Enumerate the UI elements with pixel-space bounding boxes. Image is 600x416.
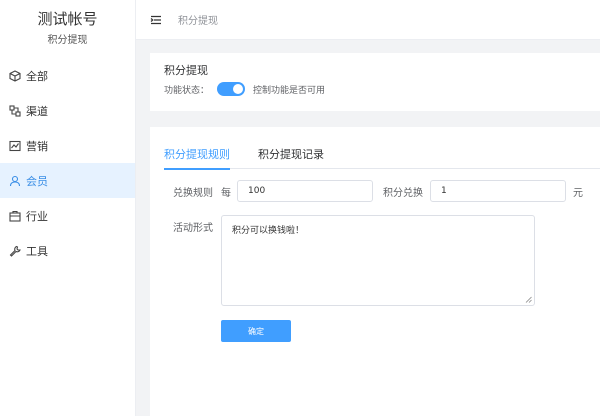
activity-textarea[interactable]: 积分可以换钱啦！ — [221, 215, 535, 306]
status-label: 功能状态： — [164, 85, 210, 96]
sidebar-item-label: 行业 — [26, 209, 48, 223]
sidebar-item-member[interactable]: 会员 — [0, 163, 135, 198]
breadcrumb: 积分提现 — [178, 16, 218, 27]
sidebar-item-channel[interactable]: 渠道 — [0, 93, 135, 128]
tab-bar: 积分提现规则 积分提现记录 — [164, 147, 600, 170]
unit-label: 元 — [573, 188, 583, 199]
sidebar-item-label: 营销 — [26, 139, 48, 153]
account-subtitle: 积分提现 — [47, 35, 88, 46]
briefcase-icon — [8, 209, 21, 222]
rule-label: 兑换规则 — [173, 188, 213, 199]
user-icon — [8, 174, 21, 187]
chart-icon — [8, 139, 21, 152]
sidebar-item-label: 全部 — [26, 69, 48, 83]
activity-text: 积分可以换钱啦！ — [232, 226, 305, 236]
menu-toggle-icon[interactable] — [150, 14, 162, 26]
sidebar-item-all[interactable]: 全部 — [0, 58, 135, 93]
sidebar-item-label: 渠道 — [26, 104, 48, 118]
exchange-label: 积分兑换 — [383, 188, 423, 199]
feature-toggle-switch[interactable] — [217, 82, 246, 96]
resize-grip-icon[interactable] — [525, 296, 532, 303]
account-title: 测试帐号 — [37, 10, 98, 28]
activity-label: 活动形式 — [173, 223, 213, 234]
status-row: 功能状态： 控制功能是否可用 — [164, 82, 586, 96]
rules-card: 积分提现规则 积分提现记录 兑换规则 每 100 积分兑换 1 元 活动形式 积… — [150, 127, 600, 416]
tab-withdraw-rules[interactable]: 积分提现规则 — [164, 147, 230, 170]
submit-button[interactable]: 确定 — [221, 320, 291, 342]
sidebar-item-industry[interactable]: 行业 — [0, 198, 135, 233]
sidebar-item-tools[interactable]: 工具 — [0, 233, 135, 268]
status-card: 积分提现 功能状态： 控制功能是否可用 — [150, 53, 600, 111]
amount-input[interactable]: 1 — [430, 180, 566, 202]
sidebar-item-label: 工具 — [26, 244, 48, 258]
sidebar: 测试帐号 积分提现 全部 渠道 营销 会员 行业 工具 — [0, 0, 136, 416]
wrench-icon — [8, 244, 21, 257]
tab-withdraw-records[interactable]: 积分提现记录 — [258, 147, 324, 169]
sidebar-item-label: 会员 — [26, 174, 48, 188]
status-hint: 控制功能是否可用 — [253, 85, 326, 96]
cube-icon — [8, 69, 21, 82]
sidebar-item-marketing[interactable]: 营销 — [0, 128, 135, 163]
points-input[interactable]: 100 — [237, 180, 373, 202]
status-card-title: 积分提现 — [164, 64, 208, 77]
per-label: 每 — [221, 188, 231, 199]
sidebar-menu: 全部 渠道 营销 会员 行业 工具 — [0, 58, 135, 268]
brand: 测试帐号 积分提现 — [0, 0, 135, 56]
channel-icon — [8, 104, 21, 117]
switch-knob — [233, 84, 244, 94]
topbar: 积分提现 — [136, 0, 600, 40]
